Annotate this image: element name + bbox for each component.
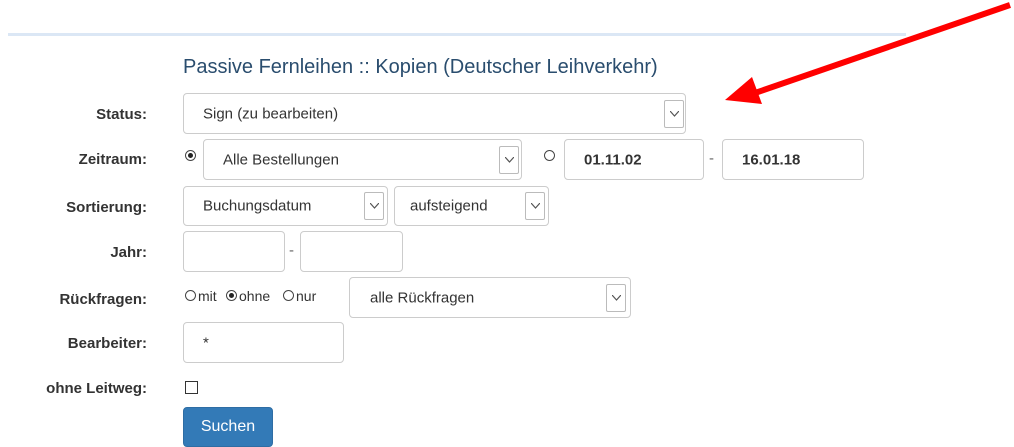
status-select[interactable]: Sign (zu bearbeiten)	[183, 93, 686, 134]
date-to-input[interactable]: 16.01.18	[722, 139, 864, 180]
rueckfragen-select-value: alle Rückfragen	[370, 289, 475, 306]
bearbeiter-input[interactable]: *	[183, 322, 344, 363]
sort-field-value: Buchungsdatum	[203, 197, 312, 215]
chevron-down-icon	[525, 192, 545, 220]
chevron-down-icon	[364, 192, 384, 220]
rueckfragen-ohne-radio[interactable]	[226, 290, 237, 301]
sort-field-select[interactable]: Buchungsdatum	[183, 186, 388, 226]
ohne-leitweg-checkbox[interactable]	[185, 381, 198, 394]
rueckfragen-nur-label: nur	[296, 288, 317, 304]
status-select-value: Sign (zu bearbeiten)	[203, 105, 339, 122]
zeitraum-select-value: Alle Bestellungen	[223, 151, 339, 168]
search-button[interactable]: Suchen	[183, 407, 273, 447]
year-to-input[interactable]	[300, 231, 403, 272]
rueckfragen-ohne-label: ohne	[239, 288, 271, 304]
chevron-down-icon	[606, 283, 626, 312]
rueckfragen-label: Rückfragen:	[59, 291, 147, 308]
chevron-down-icon	[499, 145, 519, 174]
page-title: Passive Fernleihen :: Kopien (Deutscher …	[183, 56, 658, 78]
bearbeiter-label: Bearbeiter:	[67, 335, 147, 352]
date-from-input[interactable]: 01.11.02	[564, 139, 704, 180]
year-from-input[interactable]	[183, 231, 285, 272]
date-to-value: 16.01.18	[742, 151, 801, 168]
bearbeiter-value: *	[203, 334, 209, 351]
rueckfragen-nur-radio[interactable]	[283, 290, 294, 301]
zeitraum-label: Zeitraum:	[78, 151, 147, 168]
sortierung-label: Sortierung:	[66, 199, 147, 216]
rueckfragen-mit-label: mit	[198, 288, 217, 304]
rueckfragen-select[interactable]: alle Rückfragen	[349, 277, 631, 318]
rueckfragen-mit-radio[interactable]	[185, 290, 196, 301]
sort-order-select[interactable]: aufsteigend	[394, 186, 549, 226]
chevron-down-icon	[664, 99, 684, 128]
ohne-leitweg-label: ohne Leitweg:	[46, 380, 147, 397]
year-separator: -	[289, 242, 294, 259]
zeitraum-all-radio[interactable]	[185, 150, 196, 161]
zeitraum-select[interactable]: Alle Bestellungen	[203, 139, 522, 180]
status-label: Status:	[96, 106, 147, 123]
jahr-label: Jahr:	[110, 244, 147, 261]
date-separator: -	[709, 150, 714, 167]
zeitraum-range-radio[interactable]	[544, 150, 555, 161]
date-from-value: 01.11.02	[584, 151, 642, 168]
sort-order-value: aufsteigend	[410, 197, 488, 215]
